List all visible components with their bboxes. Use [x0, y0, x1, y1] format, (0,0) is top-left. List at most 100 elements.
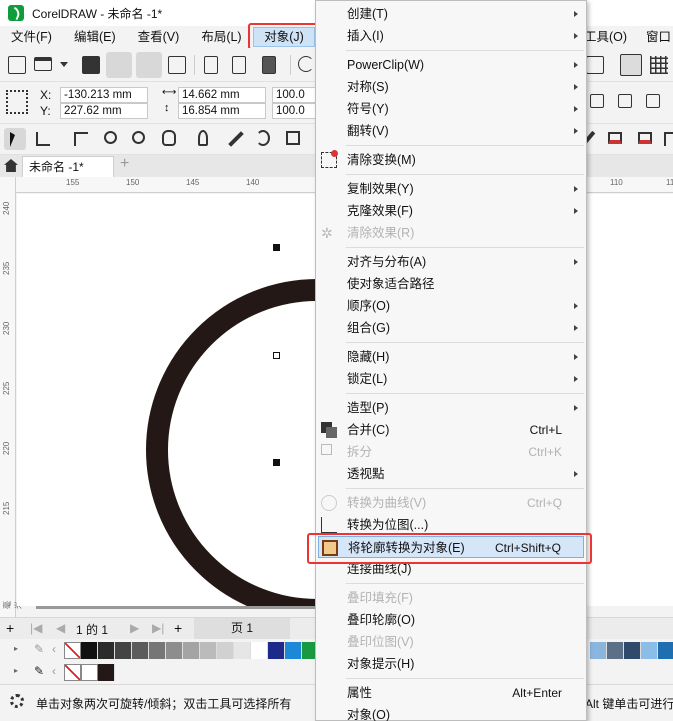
add-page-right-button[interactable]: + — [174, 620, 182, 636]
ring-shape[interactable] — [17, 194, 317, 606]
selection-handle[interactable] — [273, 459, 280, 466]
color-swatch[interactable] — [98, 642, 115, 659]
color-swatch[interactable] — [115, 642, 132, 659]
color-swatch[interactable] — [98, 664, 115, 681]
color-swatch[interactable] — [217, 642, 234, 659]
x-position-field[interactable]: -130.213 mm — [60, 87, 148, 103]
menu-item-perspective[interactable]: 透视點 — [316, 463, 586, 485]
vertical-ruler[interactable]: 240 235 230 225 220 215 毫米 — [0, 177, 23, 617]
y-position-field[interactable]: 227.62 mm — [60, 103, 148, 119]
color-swatch[interactable] — [285, 642, 302, 659]
menu-item-symbol[interactable]: 符号(Y) — [316, 98, 586, 120]
menu-item-combine[interactable]: 合并(C) Ctrl+L — [316, 419, 586, 441]
color-swatch[interactable] — [81, 642, 98, 659]
color-swatch[interactable] — [641, 642, 658, 659]
palette-expand-icon[interactable]: ▸ — [14, 644, 18, 653]
settings-gear-icon[interactable] — [10, 694, 24, 708]
import-icon[interactable] — [204, 56, 218, 74]
pen-tool-icon[interactable] — [198, 130, 208, 146]
tab-untitled-1[interactable]: 未命名 -1* — [22, 156, 114, 177]
rectangle-tool-icon[interactable] — [286, 131, 300, 145]
menu-item-shaping[interactable]: 造型(P) — [316, 397, 586, 419]
menu-item-clone-effect[interactable]: 克隆效果(F) — [316, 200, 586, 222]
palette-expand-icon[interactable]: ▸ — [14, 666, 18, 675]
publish-pdf-icon[interactable] — [262, 56, 276, 74]
grid-icon[interactable] — [650, 56, 668, 74]
outline-bucket-icon[interactable] — [638, 132, 652, 144]
menu-item-lock[interactable]: 锁定(L) — [316, 368, 586, 390]
menu-item-align-distribute[interactable]: 对齐与分布(A) — [316, 251, 586, 273]
menu-file[interactable]: 文件(F) — [0, 26, 63, 48]
previous-page-icon[interactable]: ◀ — [56, 621, 65, 635]
save-icon[interactable] — [82, 56, 100, 74]
object-origin-icon[interactable] — [6, 90, 28, 114]
no-color-swatch[interactable] — [64, 642, 81, 659]
menu-item-flip[interactable]: 翻转(V) — [316, 120, 586, 142]
crop-tool-icon[interactable] — [74, 132, 88, 146]
last-page-icon[interactable]: ▶| — [152, 621, 164, 635]
menu-object[interactable]: 对象(J) — [253, 27, 315, 47]
undo-icon[interactable] — [298, 56, 314, 72]
launcher-icon[interactable] — [620, 54, 642, 76]
menu-item-symmetry[interactable]: 对称(S) — [316, 76, 586, 98]
menu-item-overprint-outline[interactable]: 叠印轮廓(O) — [316, 609, 586, 631]
menu-item-insert[interactable]: 插入(I) — [316, 25, 586, 47]
new-document-icon[interactable] — [8, 56, 26, 74]
page-tab-1[interactable]: 页 1 — [194, 618, 290, 639]
open-dropdown-icon[interactable] — [60, 62, 68, 67]
scale-width-field[interactable]: 100.0 — [272, 87, 316, 103]
home-icon[interactable] — [4, 159, 18, 172]
selection-handle[interactable] — [273, 352, 280, 359]
menu-item-properties[interactable]: 属性 Alt+Enter — [316, 682, 586, 704]
menu-item-hide[interactable]: 隐藏(H) — [316, 346, 586, 368]
color-swatch[interactable] — [268, 642, 285, 659]
no-color-swatch[interactable] — [64, 664, 81, 681]
color-swatch[interactable] — [607, 642, 624, 659]
full-screen-icon[interactable] — [586, 56, 604, 74]
color-swatch[interactable] — [658, 642, 673, 659]
menu-item-clear-transform[interactable]: 清除变换(M) — [316, 149, 586, 171]
menu-item-group[interactable]: 组合(G) — [316, 317, 586, 339]
menu-item-copy-effect[interactable]: 复制效果(Y) — [316, 178, 586, 200]
color-swatch[interactable] — [149, 642, 166, 659]
first-page-icon[interactable]: |◀ — [30, 621, 42, 635]
menu-item-object-hints[interactable]: 对象提示(H) — [316, 653, 586, 675]
cloud-download-icon[interactable] — [106, 52, 132, 78]
brush-tool-icon[interactable] — [228, 131, 244, 147]
menu-item-order[interactable]: 顺序(O) — [316, 295, 586, 317]
pick-tool-icon[interactable] — [4, 128, 26, 150]
weld-icon[interactable] — [590, 94, 604, 108]
menu-edit[interactable]: 编辑(E) — [63, 26, 127, 48]
palette-scroll-left-icon[interactable]: ‹ — [52, 642, 56, 656]
cloud-upload-icon[interactable] — [136, 52, 162, 78]
export-icon[interactable] — [232, 56, 246, 74]
menu-view[interactable]: 查看(V) — [127, 26, 191, 48]
open-folder-icon[interactable] — [34, 57, 52, 71]
menu-window[interactable]: 窗口 — [646, 26, 671, 48]
selection-handle[interactable] — [273, 244, 280, 251]
color-swatch[interactable] — [166, 642, 183, 659]
color-swatch[interactable] — [183, 642, 200, 659]
shape-tool-icon[interactable] — [36, 132, 50, 146]
horizontal-scrollbar[interactable] — [36, 606, 316, 609]
eyedropper-document-palette-icon[interactable]: ✎ — [34, 664, 44, 678]
add-tab-button[interactable]: + — [120, 155, 129, 173]
color-swatch[interactable] — [81, 664, 98, 681]
color-swatch[interactable] — [251, 642, 268, 659]
curve-tool-icon[interactable] — [256, 130, 270, 146]
next-page-icon[interactable]: ▶ — [130, 621, 139, 635]
add-page-left-button[interactable]: + — [6, 620, 14, 636]
pan-tool-icon[interactable] — [162, 130, 176, 146]
smart-fill-icon[interactable] — [664, 132, 673, 146]
height-field[interactable]: 16.854 mm — [178, 103, 266, 119]
palette-scroll-left-icon[interactable]: ‹ — [52, 664, 56, 678]
zoom-tool-icon[interactable] — [104, 131, 117, 144]
color-swatch[interactable] — [200, 642, 217, 659]
color-swatch[interactable] — [132, 642, 149, 659]
color-swatch[interactable] — [624, 642, 641, 659]
color-swatch[interactable] — [234, 642, 251, 659]
zoom-out-icon[interactable] — [132, 131, 145, 144]
scale-height-field[interactable]: 100.0 — [272, 103, 316, 119]
eyedropper-palette-icon[interactable]: ✎ — [34, 642, 44, 656]
fill-bucket-icon[interactable] — [608, 132, 622, 144]
